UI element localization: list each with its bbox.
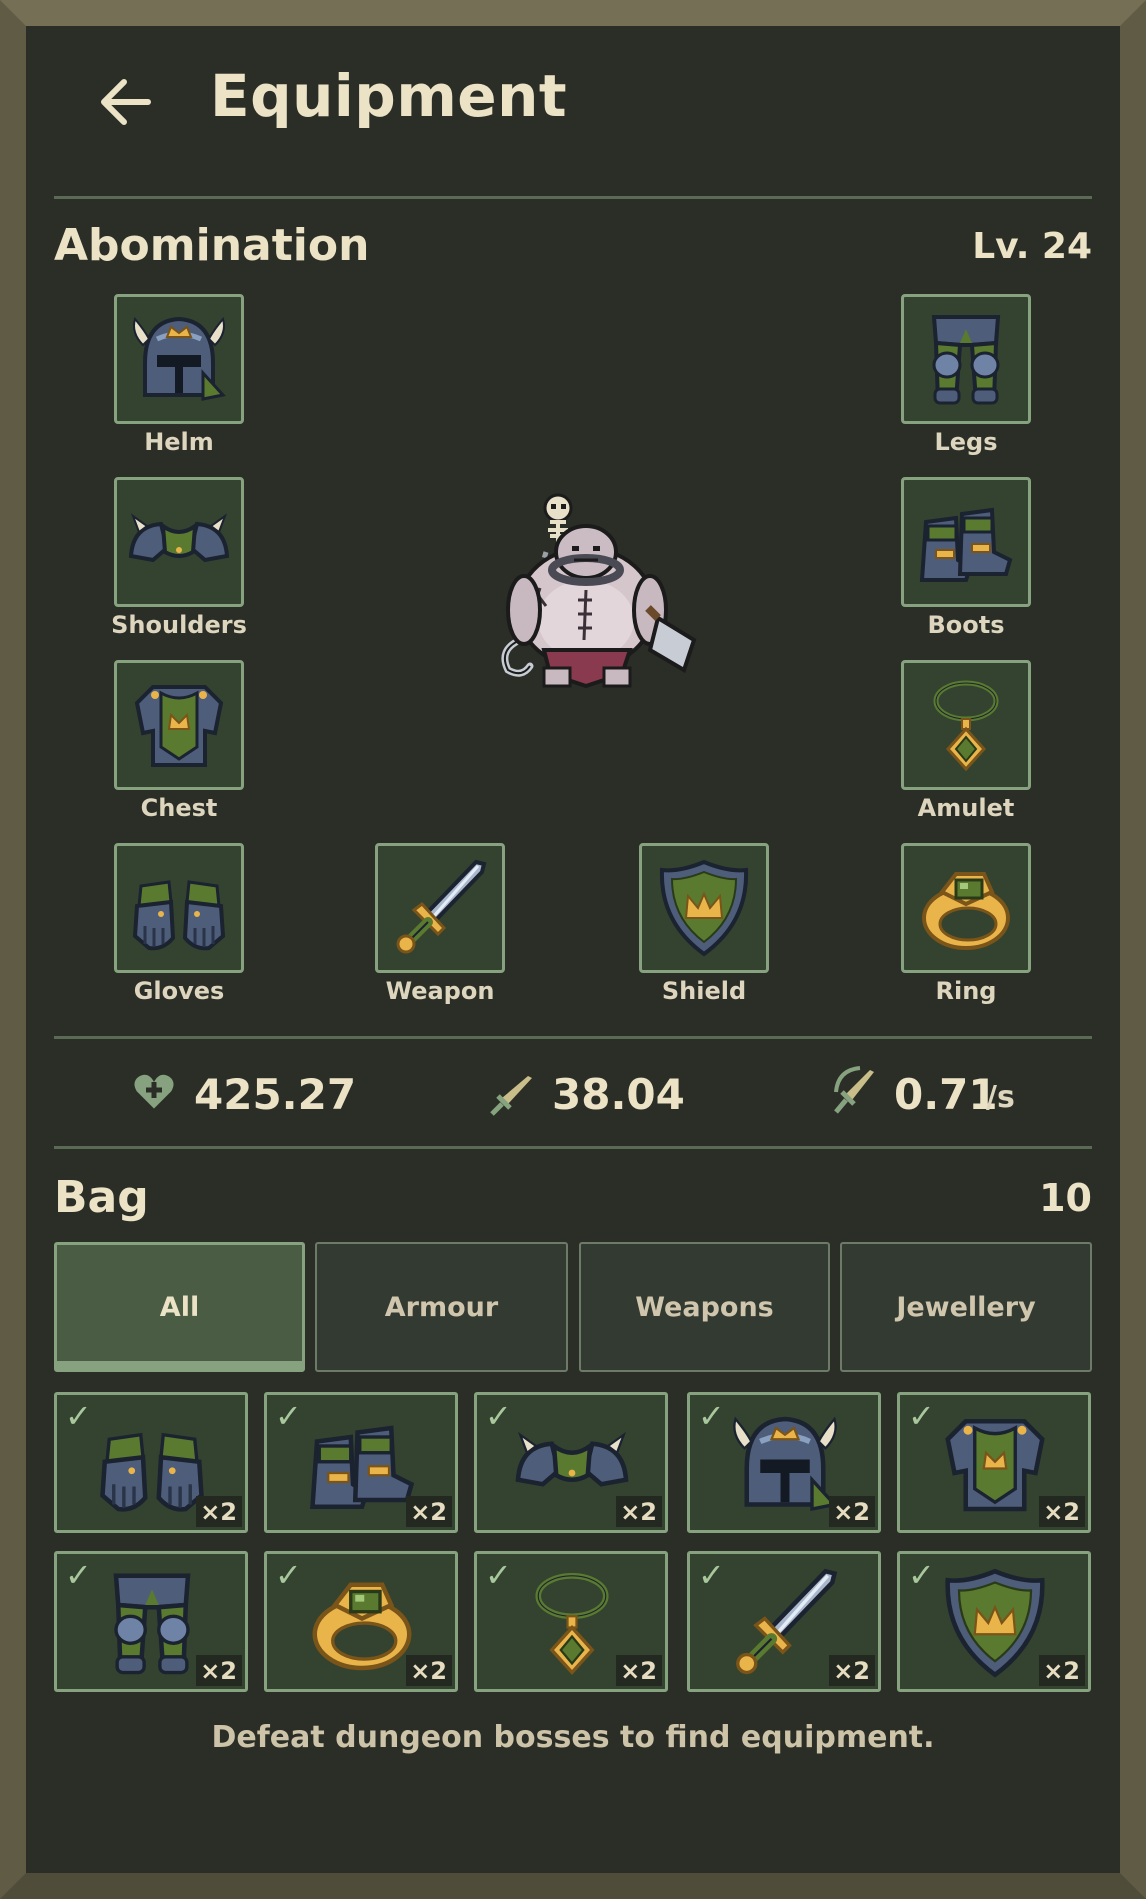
shoulders-icon — [129, 514, 229, 562]
item-quantity: ×2 — [1039, 1496, 1085, 1527]
slot-gloves[interactable] — [114, 843, 244, 973]
slot-shield[interactable] — [639, 843, 769, 973]
tab-all[interactable]: All — [54, 1242, 305, 1372]
stat-speed: 0.71 — [894, 1070, 998, 1119]
slot-weapon[interactable] — [375, 843, 505, 973]
stat-speed-unit: /s — [986, 1080, 1015, 1115]
item-quantity: ×2 — [616, 1496, 662, 1527]
tab-jewellery[interactable]: Jewellery — [840, 1242, 1092, 1372]
slot-label-chest: Chest — [140, 794, 218, 822]
bag-item[interactable]: ✓ ×2 — [897, 1392, 1091, 1533]
bag-item[interactable]: ✓ ×2 — [474, 1392, 668, 1533]
header-divider — [54, 196, 1092, 199]
attack-sword-icon — [490, 1076, 532, 1116]
slot-label-shield: Shield — [661, 977, 747, 1005]
equipped-check-icon: ✓ — [698, 1556, 725, 1594]
equipped-check-icon: ✓ — [908, 1556, 935, 1594]
slot-label-boots: Boots — [927, 611, 1005, 639]
bag-hint-text: Defeat dungeon bosses to find equipment. — [211, 1720, 935, 1755]
item-quantity: ×2 — [196, 1655, 242, 1686]
item-quantity: ×2 — [829, 1655, 875, 1686]
equipped-check-icon: ✓ — [65, 1397, 92, 1435]
sword-icon — [384, 852, 496, 964]
slot-label-gloves: Gloves — [133, 977, 225, 1005]
equipped-check-icon: ✓ — [908, 1397, 935, 1435]
bag-item[interactable]: ✓ ×2 — [264, 1392, 458, 1533]
slot-legs[interactable] — [901, 294, 1031, 424]
bag-count: 10 — [1039, 1176, 1092, 1220]
bag-item[interactable]: ✓ ×2 — [54, 1392, 248, 1533]
heart-plus-icon — [132, 1072, 176, 1112]
item-quantity: ×2 — [829, 1496, 875, 1527]
item-quantity: ×2 — [616, 1655, 662, 1686]
tab-armour[interactable]: Armour — [315, 1242, 568, 1372]
equipped-check-icon: ✓ — [65, 1556, 92, 1594]
item-quantity: ×2 — [406, 1496, 452, 1527]
gloves-icon — [133, 880, 225, 951]
shield-icon — [659, 860, 749, 956]
character-sprite — [501, 493, 697, 689]
legs-icon — [932, 315, 1000, 405]
stats-divider-bottom — [54, 1146, 1092, 1149]
slot-ring[interactable] — [901, 843, 1031, 973]
bag-item[interactable]: ✓ ×2 — [264, 1551, 458, 1692]
helm-icon — [123, 303, 235, 415]
page-title: Equipment — [210, 62, 568, 130]
attack-speed-icon — [834, 1066, 874, 1114]
boots-icon — [920, 508, 1012, 582]
slot-amulet[interactable] — [901, 660, 1031, 790]
ring-icon — [922, 872, 1010, 950]
slot-helm[interactable] — [114, 294, 244, 424]
slot-label-amulet: Amulet — [917, 794, 1015, 822]
slot-label-weapon: Weapon — [385, 977, 495, 1005]
equipped-check-icon: ✓ — [485, 1397, 512, 1435]
item-quantity: ×2 — [1039, 1655, 1085, 1686]
arrow-left-icon — [101, 79, 151, 125]
bag-item[interactable]: ✓ ×2 — [474, 1551, 668, 1692]
bag-title: Bag — [54, 1172, 149, 1223]
equipped-check-icon: ✓ — [698, 1397, 725, 1435]
amulet-icon — [910, 669, 1022, 781]
bag-item[interactable]: ✓ ×2 — [687, 1551, 881, 1692]
slot-label-legs: Legs — [934, 428, 998, 456]
slot-chest[interactable] — [114, 660, 244, 790]
stat-health: 425.27 — [194, 1070, 357, 1119]
bag-item[interactable]: ✓ ×2 — [897, 1551, 1091, 1692]
item-quantity: ×2 — [406, 1655, 452, 1686]
equipped-check-icon: ✓ — [485, 1556, 512, 1594]
item-quantity: ×2 — [196, 1496, 242, 1527]
character-level: Lv. 24 — [972, 226, 1092, 267]
slot-label-shoulders: Shoulders — [111, 611, 247, 639]
stats-divider-top — [54, 1036, 1092, 1039]
tab-weapons[interactable]: Weapons — [579, 1242, 830, 1372]
equipped-check-icon: ✓ — [275, 1556, 302, 1594]
equipped-check-icon: ✓ — [275, 1397, 302, 1435]
slot-label-helm: Helm — [144, 428, 214, 456]
slot-shoulders[interactable] — [114, 477, 244, 607]
slot-boots[interactable] — [901, 477, 1031, 607]
character-name: Abomination — [54, 220, 370, 271]
bag-item[interactable]: ✓ ×2 — [687, 1392, 881, 1533]
back-button[interactable] — [96, 72, 156, 132]
slot-label-ring: Ring — [935, 977, 997, 1005]
chest-icon — [135, 685, 223, 767]
bag-item[interactable]: ✓ ×2 — [54, 1551, 248, 1692]
stat-attack: 38.04 — [552, 1070, 685, 1119]
